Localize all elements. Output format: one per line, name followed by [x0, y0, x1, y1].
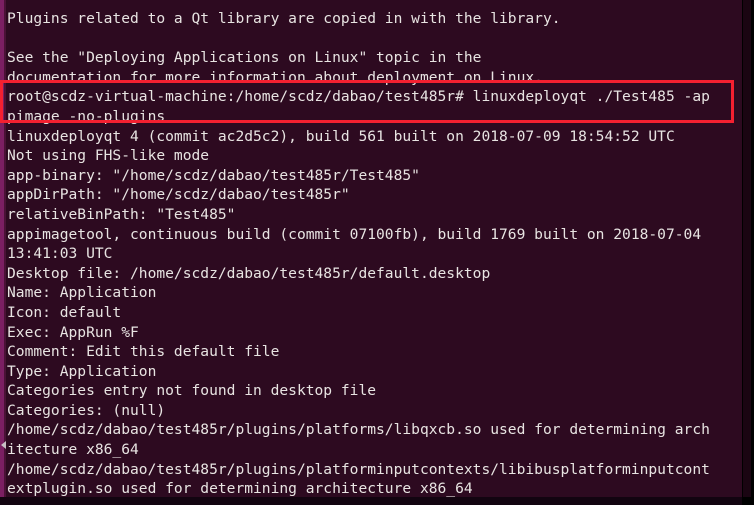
terminal-line: Type: Application: [7, 362, 157, 380]
terminal-line: itecture x86_64: [7, 441, 139, 459]
terminal-line: Icon: default: [7, 303, 122, 321]
terminal-line: Not using FHS-like mode: [7, 147, 210, 165]
terminal-line: relativeBinPath: "Test485": [7, 205, 236, 223]
terminal-line: See the "Deploying Applications on Linux…: [7, 49, 482, 67]
vertical-scrollbar-track[interactable]: [743, 0, 751, 497]
terminal-line: Categories entry not found in desktop fi…: [7, 382, 377, 400]
terminal-line: Desktop file: /home/scdz/dabao/test485r/…: [7, 264, 491, 282]
terminal-line: extplugin.so used for determining archit…: [7, 480, 473, 497]
terminal-line: documentation for more information about…: [7, 68, 543, 86]
terminal-line-list: Plugins related to a Qt library are copi…: [7, 9, 742, 497]
terminal-line: linuxdeployqt 4 (commit ac2d5c2), build …: [7, 127, 675, 145]
terminal-line: Exec: AppRun %F: [7, 323, 139, 341]
terminal-line: Categories: (null): [7, 401, 166, 419]
terminal-output-surface[interactable]: Plugins related to a Qt library are copi…: [0, 0, 742, 497]
terminal-line: /home/scdz/dabao/test485r/plugins/platfo…: [7, 421, 710, 439]
terminal-line: root@scdz-virtual-machine:/home/scdz/dab…: [7, 88, 710, 106]
terminal-line: app-binary: "/home/scdz/dabao/test485r/T…: [7, 166, 420, 184]
terminal-window: Plugins related to a Qt library are copi…: [0, 0, 754, 505]
terminal-line: appDirPath: "/home/scdz/dabao/test485r": [7, 186, 350, 204]
terminal-line: /home/scdz/dabao/test485r/plugins/platfo…: [7, 460, 710, 478]
window-bottom-strip: [0, 497, 754, 505]
terminal-line: Plugins related to a Qt library are copi…: [7, 10, 561, 27]
terminal-line: appimagetool, continuous build (commit 0…: [7, 225, 702, 243]
left-margin-marker-icon: [1, 441, 6, 449]
terminal-line: Name: Application: [7, 284, 157, 302]
terminal-line: Comment: Edit this default file: [7, 343, 280, 361]
terminal-line: pimage -no-plugins: [7, 107, 166, 125]
window-left-edge-inner: [4, 0, 6, 497]
terminal-line: 13:41:03 UTC: [7, 245, 113, 263]
